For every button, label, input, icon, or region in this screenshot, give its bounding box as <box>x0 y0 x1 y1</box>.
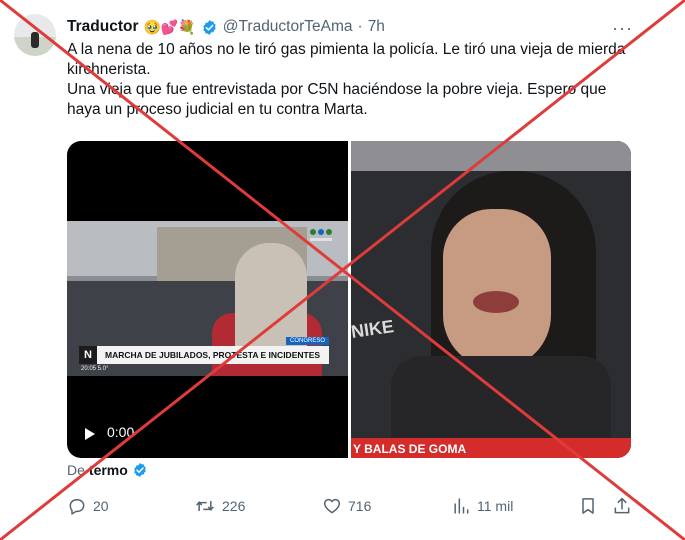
repost-icon <box>196 501 214 511</box>
video-time: 0:00 <box>107 424 135 440</box>
avatar[interactable] <box>14 14 56 56</box>
action-bar: 20 226 716 11 mil <box>67 496 635 518</box>
photo-face <box>443 209 551 369</box>
photo-banner-text: Y BALAS DE GOMA <box>353 442 467 456</box>
avatar-figure <box>31 32 39 48</box>
photo-crying-girl[interactable]: NIKE Y BALAS DE GOMA <box>351 141 631 458</box>
from-attribution: De termo <box>67 462 148 478</box>
lower-third: N MARCHA DE JUBILADOS, PROTESTA E INCIDE… <box>79 337 329 364</box>
photo-jacket <box>391 356 611 446</box>
repost-button[interactable]: 226 <box>194 496 245 516</box>
author-emojis: 🥹💕💐 <box>143 18 196 35</box>
reply-count: 20 <box>93 498 109 514</box>
like-count: 716 <box>348 498 372 514</box>
tweet-paragraph-2: Una vieja que fue entrevistada por C5N h… <box>67 81 607 118</box>
channel-badge: N <box>79 346 97 364</box>
share-icon <box>614 497 630 514</box>
heart-icon <box>323 498 341 514</box>
bookmark-icon <box>582 498 594 514</box>
bookmark-button[interactable] <box>578 496 598 516</box>
more-options-icon[interactable]: ··· <box>612 18 633 39</box>
tweet-paragraph-1: A la nena de 10 años no le tiró gas pimi… <box>67 41 626 78</box>
location-tag: CONGRESO <box>285 337 329 345</box>
from-prefix: De <box>67 462 85 478</box>
reply-icon <box>69 499 85 515</box>
media-grid: N MARCHA DE JUBILADOS, PROTESTA E INCIDE… <box>67 141 631 458</box>
reply-button[interactable]: 20 <box>67 496 109 516</box>
video-player[interactable]: N MARCHA DE JUBILADOS, PROTESTA E INCIDE… <box>67 141 348 458</box>
video-woman <box>235 243 307 363</box>
tweet-card[interactable]: Traductor 🥹💕💐 @TraductorTeAma · 7h ··· A… <box>0 0 685 540</box>
verified-badge-icon <box>201 19 218 36</box>
from-verified-icon <box>134 463 146 477</box>
views-button[interactable]: 11 mil <box>451 496 513 516</box>
repost-count: 226 <box>222 498 246 514</box>
views-count: 11 mil <box>477 498 514 514</box>
analytics-icon <box>454 498 469 514</box>
tn-logo-icon <box>310 229 332 241</box>
video-frame: N MARCHA DE JUBILADOS, PROTESTA E INCIDE… <box>67 221 348 376</box>
like-button[interactable]: 716 <box>322 496 371 516</box>
header-separator: · <box>357 18 363 35</box>
photo-top-band <box>351 141 631 171</box>
photo-mouth <box>473 291 519 313</box>
lower-third-headline: MARCHA DE JUBILADOS, PROTESTA E INCIDENT… <box>105 350 321 360</box>
author-handle[interactable]: @TraductorTeAma <box>223 18 353 36</box>
play-icon[interactable] <box>85 428 95 440</box>
tweet-header: Traductor 🥹💕💐 @TraductorTeAma · 7h <box>67 16 385 38</box>
from-user-link[interactable]: termo <box>89 462 128 478</box>
tweet-timestamp[interactable]: 7h <box>368 18 385 36</box>
author-name[interactable]: Traductor <box>67 18 138 36</box>
share-button[interactable] <box>612 496 632 516</box>
broadcast-clock: 20:05 5.0° <box>81 366 109 372</box>
tweet-text: A la nena de 10 años no le tiró gas pimi… <box>67 40 627 120</box>
